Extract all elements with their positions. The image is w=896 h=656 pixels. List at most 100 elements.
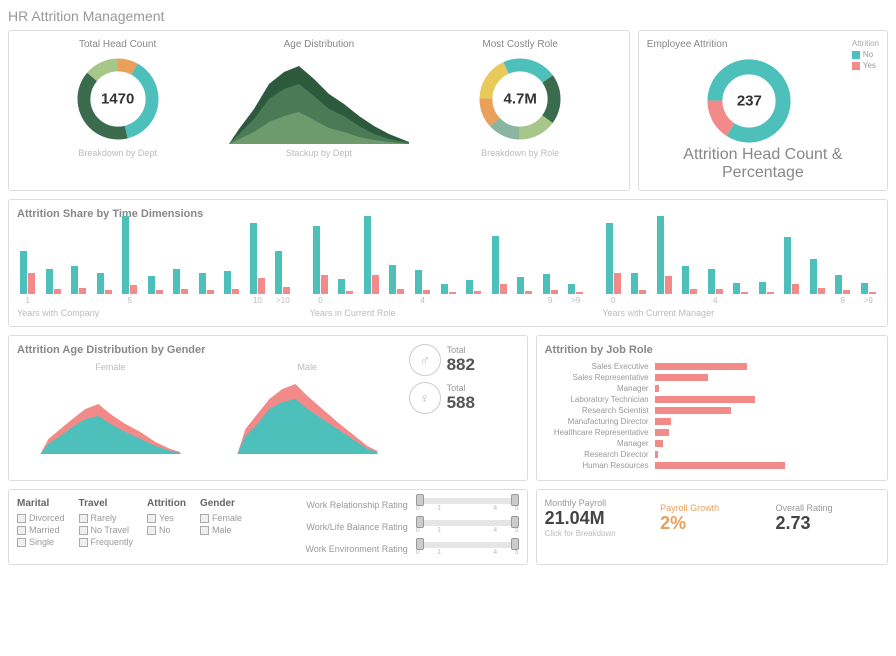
rating-label: Overall Rating (776, 503, 879, 513)
filter-checkbox[interactable]: Yes (147, 513, 186, 523)
bar-pair[interactable] (335, 279, 357, 306)
male-total: ♂ Total882 (409, 344, 519, 376)
bar-pair[interactable] (68, 266, 90, 306)
gender-title: Attrition Age Distribution by Gender (17, 344, 401, 356)
bar-pair[interactable]: 9 (832, 275, 854, 307)
bar-pair[interactable] (361, 216, 383, 306)
filter-checkbox[interactable]: Single (17, 537, 65, 547)
kpi-card[interactable]: Monthly Payroll 21.04M Click for Breakdo… (536, 489, 888, 565)
bar-pair[interactable]: >9 (858, 283, 880, 306)
bar-pair[interactable]: 4 (412, 270, 434, 306)
bar-pair[interactable] (488, 236, 510, 306)
bar-pair[interactable] (145, 276, 167, 306)
attrition-sub: Attrition Head Count & Percentage (647, 146, 879, 182)
filter-checkbox[interactable]: Frequently (79, 537, 134, 547)
bar-pair[interactable] (628, 273, 650, 306)
female-icon: ♀ (409, 382, 441, 414)
slider-label: Work Relationship Rating (278, 500, 408, 510)
attrition-legend: Attrition No Yes (852, 39, 879, 70)
role-value: 4.7M (503, 91, 536, 108)
jobrole-row[interactable]: Manager (545, 384, 879, 393)
age-card[interactable]: Age Distribution Stackup by Dept (218, 39, 419, 182)
filter-checkbox[interactable]: Male (200, 525, 242, 535)
rating-slider[interactable] (416, 520, 519, 526)
bar-pair[interactable]: 1 (17, 251, 39, 306)
filter-checkbox[interactable]: Rarely (79, 513, 134, 523)
bargroup-label: Years with Current Manager (602, 308, 879, 318)
jobrole-row[interactable]: Human Resources (545, 461, 879, 470)
filter-checkbox[interactable]: Married (17, 525, 65, 535)
bar-pair[interactable]: 0 (310, 226, 332, 306)
bar-pair[interactable] (463, 280, 485, 306)
time-dimensions-card: Attrition Share by Time Dimensions 1510>… (8, 199, 888, 327)
filter-title-travel: Travel (79, 498, 134, 509)
rating-value: 2.73 (776, 513, 879, 534)
bar-pair[interactable] (806, 259, 828, 306)
bar-pair[interactable] (755, 282, 777, 306)
growth-label: Payroll Growth (660, 503, 763, 513)
bar-pair[interactable] (221, 271, 243, 306)
role-label: Most Costly Role (482, 39, 558, 50)
bar-pair[interactable]: 10 (247, 223, 269, 306)
filter-checkbox[interactable]: Divorced (17, 513, 65, 523)
age-label: Age Distribution (284, 39, 355, 50)
page-title: HR Attrition Management (8, 8, 888, 24)
bar-pair[interactable]: >9 (565, 284, 587, 306)
payroll-sub: Click for Breakdown (545, 529, 648, 538)
growth-value: 2% (660, 513, 763, 534)
jobrole-row[interactable]: Sales Executive (545, 362, 879, 371)
headcount-card[interactable]: Total Head Count 1470 Breakdown by Dept (17, 39, 218, 182)
bar-pair[interactable] (94, 273, 116, 306)
bar-pair[interactable] (653, 216, 675, 306)
bargroup-label: Years in Current Role (310, 308, 587, 318)
jobrole-row[interactable]: Manager (545, 439, 879, 448)
attrition-value: 237 (737, 93, 762, 110)
bargroup-label: Years with Company (17, 308, 294, 318)
female-label: Female (17, 362, 204, 372)
filter-checkbox[interactable]: Female (200, 513, 242, 523)
payroll-value: 21.04M (545, 508, 648, 529)
filter-title-gender: Gender (200, 498, 242, 509)
bar-pair[interactable]: >10 (272, 251, 294, 306)
filters-card: Marital Divorced Married Single Travel Rarely… (8, 489, 528, 565)
gender-card: Attrition Age Distribution by Gender Fem… (8, 335, 528, 481)
bar-pair[interactable] (781, 237, 803, 306)
rating-slider[interactable] (416, 498, 519, 504)
bar-pair[interactable] (679, 266, 701, 306)
jobrole-row[interactable]: Healthcare Representative (545, 428, 879, 437)
jobrole-row[interactable]: Sales Representative (545, 373, 879, 382)
bar-pair[interactable] (170, 269, 192, 306)
time-title: Attrition Share by Time Dimensions (17, 208, 879, 220)
role-sub: Breakdown by Role (481, 148, 559, 158)
bar-pair[interactable] (43, 269, 65, 306)
headcount-sub: Breakdown by Dept (78, 148, 157, 158)
attrition-card[interactable]: Employee Attrition 237 Attrition No Yes … (638, 30, 888, 191)
bar-pair[interactable] (730, 283, 752, 306)
bar-pair[interactable]: 9 (539, 274, 561, 306)
rating-slider[interactable] (416, 542, 519, 548)
age-sub: Stackup by Dept (286, 148, 352, 158)
jobrole-row[interactable]: Manufacturing Director (545, 417, 879, 426)
filter-checkbox[interactable]: No (147, 525, 186, 535)
bar-pair[interactable] (514, 277, 536, 306)
jobrole-card: Attrition by Job Role Sales Executive Sal… (536, 335, 888, 481)
jobrole-row[interactable]: Research Director (545, 450, 879, 459)
bar-pair[interactable]: 4 (704, 269, 726, 306)
headcount-label: Total Head Count (79, 39, 156, 50)
filter-title-attrition: Attrition (147, 498, 186, 509)
jobrole-title: Attrition by Job Role (545, 344, 879, 356)
bar-pair[interactable]: 0 (602, 223, 624, 306)
male-label: Male (214, 362, 401, 372)
female-total: ♀ Total588 (409, 382, 519, 414)
filter-checkbox[interactable]: No Travel (79, 525, 134, 535)
bar-pair[interactable] (196, 273, 218, 306)
bar-pair[interactable]: 5 (119, 216, 141, 306)
slider-label: Work/Life Balance Rating (278, 522, 408, 532)
role-card[interactable]: Most Costly Role 4.7M Breakdown by Role (420, 39, 621, 182)
jobrole-row[interactable]: Laboratory Technician (545, 395, 879, 404)
jobrole-row[interactable]: Research Scientist (545, 406, 879, 415)
attrition-label: Employee Attrition (647, 39, 852, 50)
bar-pair[interactable] (386, 265, 408, 306)
bar-pair[interactable] (437, 284, 459, 306)
filter-title-marital: Marital (17, 498, 65, 509)
